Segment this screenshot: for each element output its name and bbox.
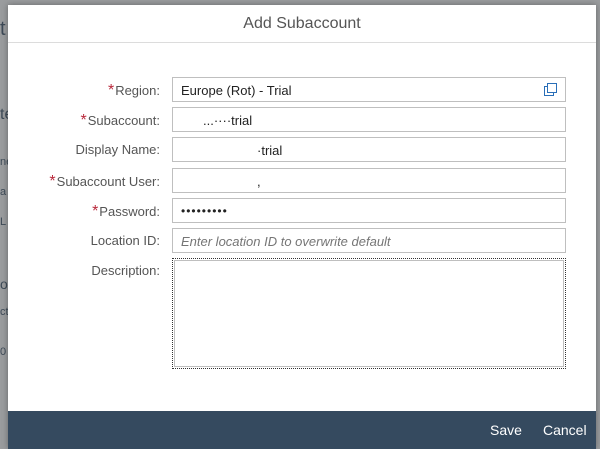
dialog-header: Add Subaccount: [8, 5, 596, 43]
required-marker: *: [92, 203, 99, 220]
region-value: Europe (Rot) - Trial: [181, 83, 292, 98]
value-help-icon[interactable]: [544, 83, 557, 96]
location-id-input[interactable]: Enter location ID to overwrite default: [172, 228, 566, 253]
subaccount-row: *Subaccount: ...····trial: [8, 107, 596, 133]
subaccount-input[interactable]: ...····trial: [172, 107, 566, 132]
background-text-fragment: a: [0, 186, 7, 198]
background-text-fragment: t: [0, 18, 6, 40]
region-label: *Region:: [107, 82, 160, 99]
dialog-title: Add Subaccount: [243, 14, 361, 32]
subaccount-value: ...····trial: [203, 113, 253, 128]
subaccount-label: *Subaccount:: [80, 112, 160, 129]
subaccount-user-label: *Subaccount User:: [49, 173, 160, 190]
description-textarea[interactable]: [172, 258, 566, 369]
description-row: Description:: [8, 258, 596, 370]
add-subaccount-dialog: Add Subaccount *Region: Europe (Rot) - T…: [8, 5, 596, 449]
subaccount-user-value: ,: [257, 174, 261, 189]
background-text-fragment: 0: [0, 346, 7, 358]
display-name-label: Display Name:: [75, 142, 160, 157]
required-marker: *: [107, 82, 115, 99]
location-id-label: Location ID:: [90, 233, 160, 248]
location-id-placeholder: Enter location ID to overwrite default: [181, 234, 391, 249]
display-name-row: Display Name: ·trial: [8, 137, 596, 163]
cancel-button[interactable]: Cancel: [543, 422, 587, 438]
description-label: Description:: [91, 263, 160, 278]
required-marker: *: [80, 112, 87, 129]
background-text-fragment: o: [0, 276, 8, 292]
dialog-footer: Save Cancel: [8, 411, 596, 449]
background-text-fragment: L: [0, 216, 7, 228]
password-row: *Password: •••••••••: [8, 198, 596, 224]
password-input[interactable]: •••••••••: [172, 198, 566, 223]
region-field[interactable]: Europe (Rot) - Trial: [172, 77, 566, 102]
password-value: •••••••••: [181, 204, 228, 218]
display-name-input[interactable]: ·trial: [172, 137, 566, 162]
region-row: *Region: Europe (Rot) - Trial: [8, 77, 596, 103]
subaccount-user-row: *Subaccount User: ,: [8, 168, 596, 194]
subaccount-user-input[interactable]: ,: [172, 168, 566, 193]
display-name-value: ·trial: [257, 143, 283, 158]
location-id-row: Location ID: Enter location ID to overwr…: [8, 228, 596, 254]
password-label: *Password:: [92, 203, 160, 220]
save-button[interactable]: Save: [490, 422, 522, 438]
required-marker: *: [49, 173, 56, 190]
